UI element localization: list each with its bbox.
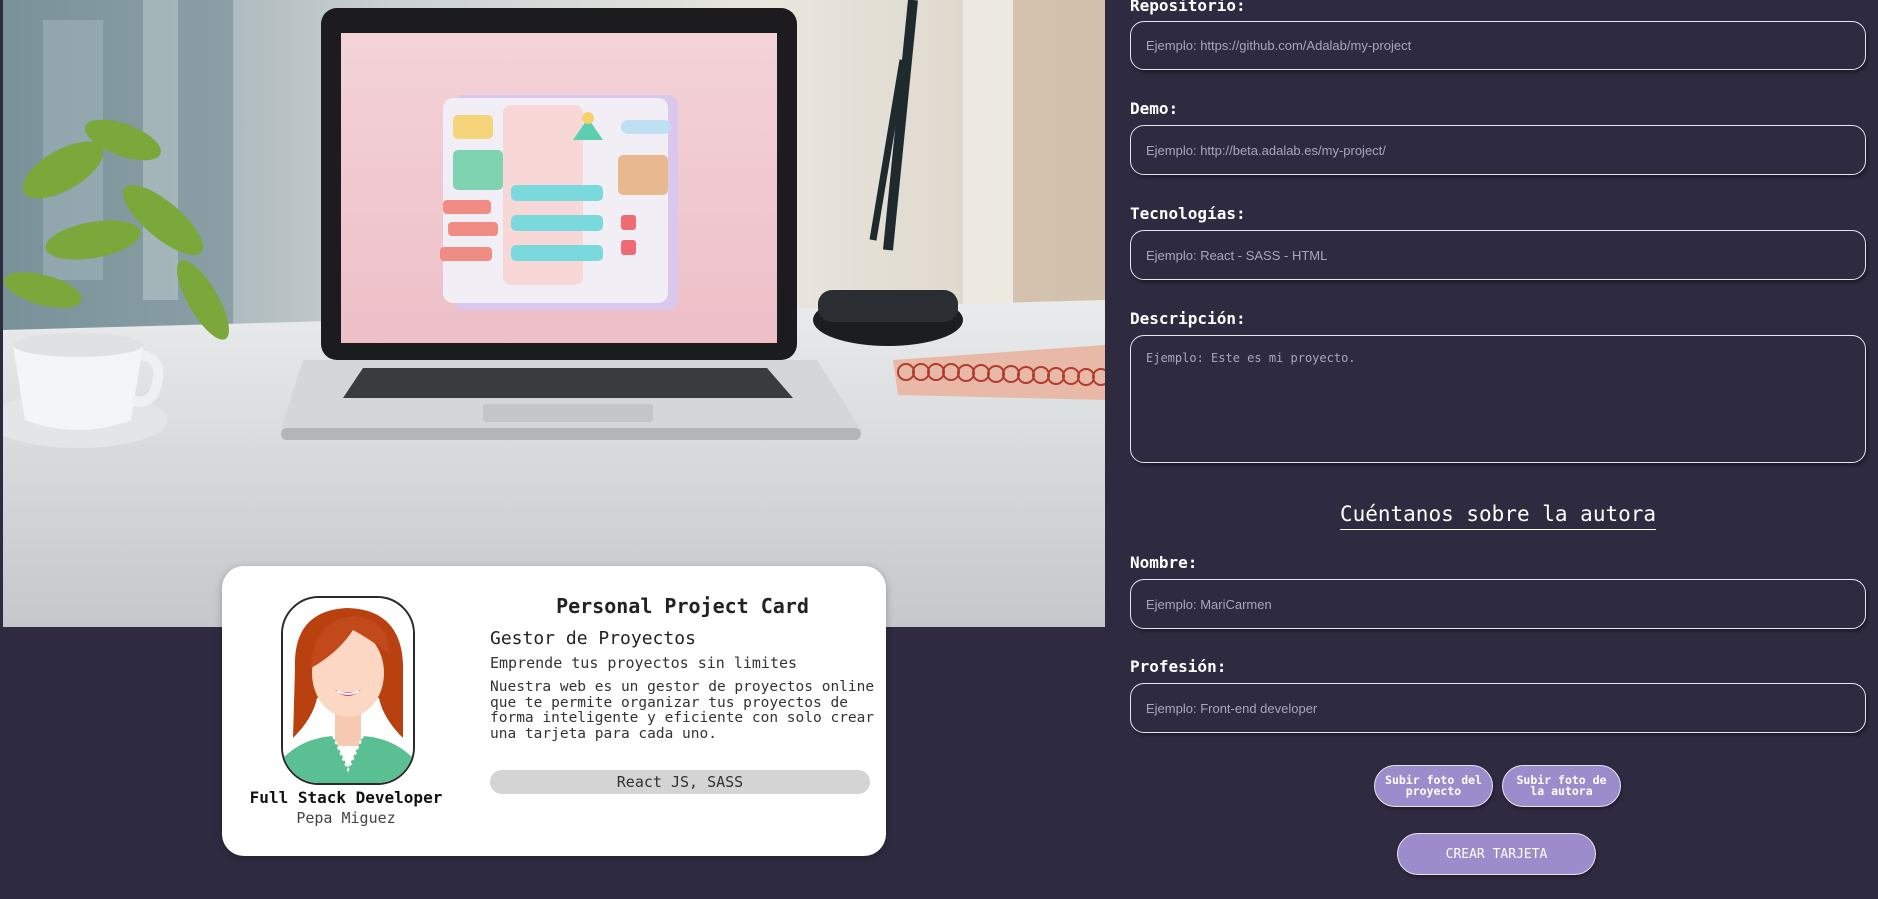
create-card-button[interactable]: CREAR TARJETA bbox=[1397, 833, 1596, 875]
author-section-title-text: Cuéntanos sobre la autora bbox=[1339, 502, 1657, 530]
upload-author-photo-button[interactable]: Subir foto de la autora bbox=[1502, 765, 1621, 807]
demo-input[interactable] bbox=[1130, 125, 1866, 175]
repo-input[interactable] bbox=[1130, 21, 1866, 70]
name-input[interactable] bbox=[1130, 579, 1866, 629]
author-job: Full Stack Developer bbox=[249, 788, 443, 807]
card-title: Personal Project Card bbox=[556, 594, 809, 618]
job-label: Profesión: bbox=[1130, 657, 1227, 676]
author-avatar bbox=[281, 596, 415, 785]
demo-label: Demo: bbox=[1130, 99, 1179, 118]
description-textarea[interactable] bbox=[1130, 335, 1866, 463]
hero-image bbox=[3, 0, 1105, 627]
technologies-badge: React JS, SASS bbox=[490, 770, 870, 794]
repo-label: Repositorio: bbox=[1130, 0, 1246, 15]
author-name: Pepa Miguez bbox=[296, 809, 396, 827]
project-name: Gestor de Proyectos bbox=[490, 628, 696, 649]
job-input[interactable] bbox=[1130, 683, 1866, 733]
description-label: Descripción: bbox=[1130, 309, 1246, 328]
technologies-label: Tecnologías: bbox=[1130, 204, 1246, 223]
project-form: Repositorio: Demo: Tecnologías: Descripc… bbox=[1130, 0, 1866, 899]
upload-project-photo-button[interactable]: Subir foto del proyecto bbox=[1374, 765, 1493, 807]
technologies-input[interactable] bbox=[1130, 230, 1866, 280]
project-slogan: Emprende tus proyectos sin limites bbox=[490, 654, 798, 672]
name-label: Nombre: bbox=[1130, 553, 1198, 572]
author-section-title: Cuéntanos sobre la autora bbox=[1130, 502, 1866, 530]
project-description: Nuestra web es un gestor de proyectos on… bbox=[490, 679, 875, 742]
project-preview-card: Full Stack Developer Pepa Miguez Persona… bbox=[222, 566, 886, 856]
